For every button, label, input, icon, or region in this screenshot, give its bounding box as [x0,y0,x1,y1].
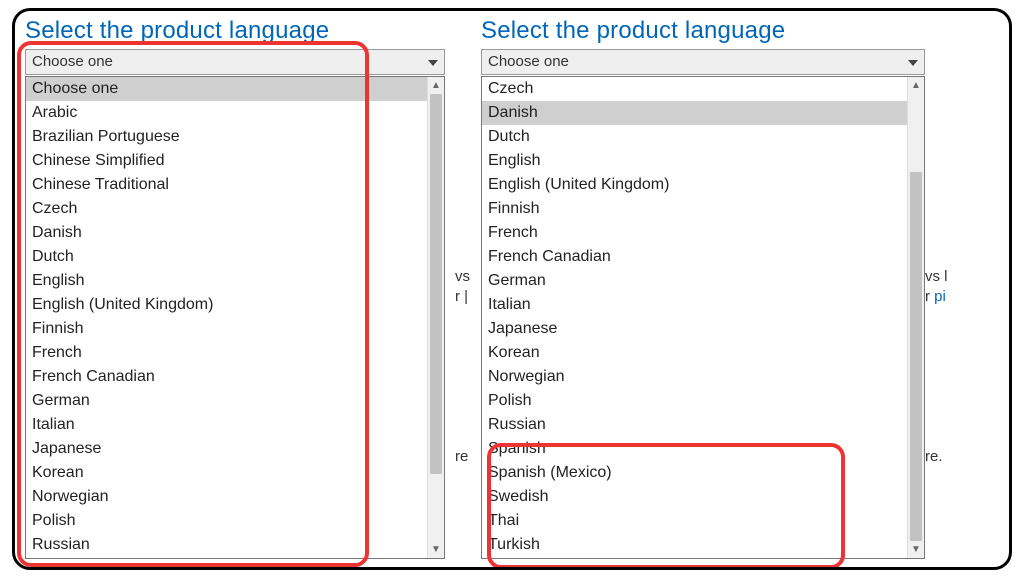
language-option[interactable]: French [482,221,907,245]
language-option[interactable]: Czech [482,77,907,101]
language-select-left-value: Choose one [32,53,113,70]
scroll-up-icon[interactable]: ▲ [428,77,444,94]
language-option[interactable]: Danish [26,221,427,245]
language-option[interactable]: Italian [26,413,427,437]
right-title: Select the product language [477,11,937,49]
language-select-right-value: Choose one [488,53,569,70]
language-option[interactable]: French [26,341,427,365]
chevron-down-icon [908,50,918,74]
scroll-up-icon[interactable]: ▲ [908,77,924,94]
language-option[interactable]: Dutch [482,125,907,149]
language-option[interactable]: Russian [482,413,907,437]
language-option[interactable]: Polish [482,389,907,413]
scroll-down-icon[interactable]: ▼ [908,541,924,558]
language-option[interactable]: English [482,149,907,173]
language-option[interactable]: Danish [482,101,907,125]
language-option[interactable]: Thai [482,509,907,533]
language-option[interactable]: Turkish [482,533,907,557]
language-listbox-left[interactable]: Choose oneArabicBrazilian PortugueseChin… [25,76,445,559]
left-title: Select the product language [21,11,469,49]
language-option[interactable]: Japanese [482,317,907,341]
language-option[interactable]: Italian [482,293,907,317]
scroll-down-icon[interactable]: ▼ [428,541,444,558]
language-option[interactable]: Finnish [482,197,907,221]
language-option[interactable]: Polish [26,509,427,533]
language-option[interactable]: Choose one [26,77,427,101]
language-select-left[interactable]: Choose one [25,49,445,75]
left-column: Select the product language Choose one C… [21,11,469,559]
language-option[interactable]: Arabic [26,101,427,125]
language-option[interactable]: French Canadian [482,245,907,269]
language-option[interactable]: Czech [26,197,427,221]
language-option[interactable]: English [26,269,427,293]
language-option[interactable]: Japanese [26,437,427,461]
language-option[interactable]: German [26,389,427,413]
language-option[interactable]: Brazilian Portuguese [26,125,427,149]
language-option[interactable]: Spanish (Mexico) [482,461,907,485]
language-option[interactable]: Swedish [482,485,907,509]
scrollbar[interactable]: ▲ ▼ [427,77,444,558]
right-column: Select the product language Choose one C… [477,11,937,559]
language-option[interactable]: Korean [482,341,907,365]
scroll-thumb[interactable] [910,172,922,542]
language-option[interactable]: Chinese Traditional [26,173,427,197]
language-option[interactable]: Norwegian [482,365,907,389]
language-option[interactable]: Russian [26,533,427,557]
scrollbar[interactable]: ▲ ▼ [907,77,924,558]
language-select-right[interactable]: Choose one [481,49,925,75]
language-option[interactable]: Spanish [482,437,907,461]
chevron-down-icon [428,50,438,74]
language-option[interactable]: Finnish [26,317,427,341]
language-option[interactable]: Norwegian [26,485,427,509]
language-option[interactable]: Chinese Simplified [26,149,427,173]
image-frame: vs r | re vs l r pi re. Select the produ… [12,8,1012,570]
language-listbox-right[interactable]: CzechDanishDutchEnglishEnglish (United K… [481,76,925,559]
language-option[interactable]: German [482,269,907,293]
language-option[interactable]: Dutch [26,245,427,269]
language-option[interactable]: English (United Kingdom) [26,293,427,317]
scroll-thumb[interactable] [430,94,442,474]
language-option[interactable]: French Canadian [26,365,427,389]
language-option[interactable]: Korean [26,461,427,485]
language-option[interactable]: English (United Kingdom) [482,173,907,197]
